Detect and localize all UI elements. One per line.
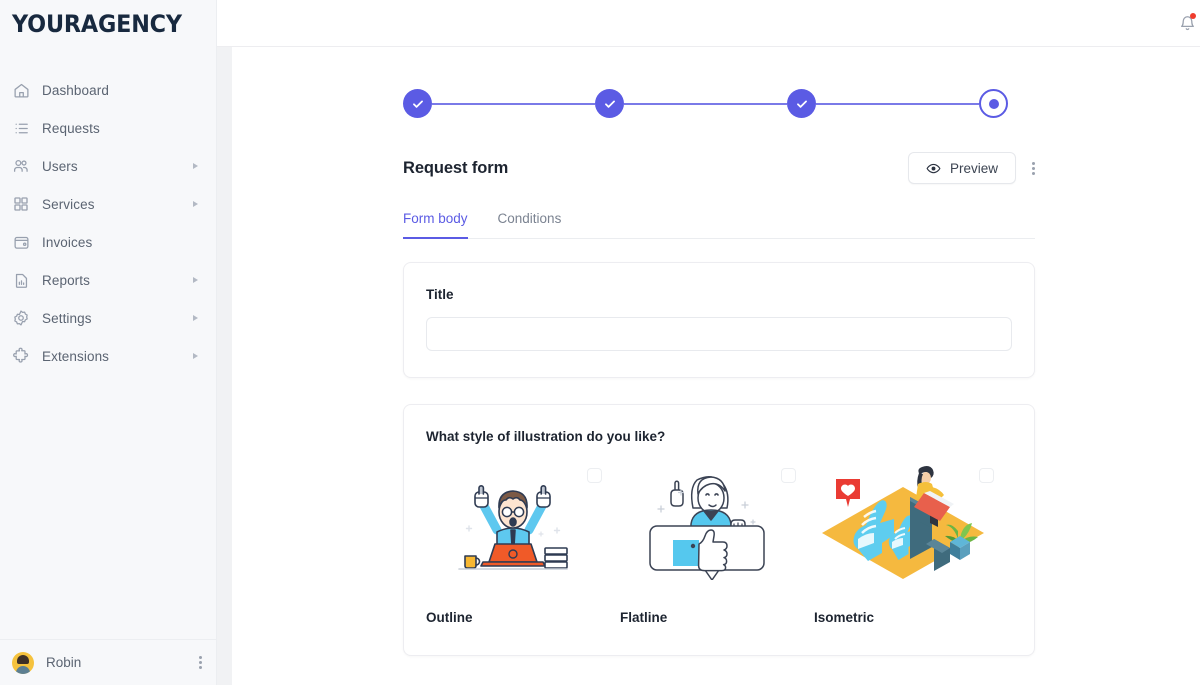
header-actions: Preview [907,152,1035,184]
preview-button-label: Preview [949,160,998,176]
option-label-outline: Outline [426,610,473,625]
chevron-right-icon [193,353,198,359]
option-outline[interactable]: Outline [426,460,620,625]
option-flatline[interactable]: Flatline [620,460,814,625]
title-input[interactable] [426,317,1012,351]
illustration-options: Outline Flatline Isometric [426,460,1012,625]
tab-conditions[interactable]: Conditions [498,211,562,239]
sidebar-item-label: Dashboard [42,82,109,98]
content-gutter [217,47,232,685]
chevron-right-icon [193,277,198,283]
step-3-done[interactable] [787,89,816,118]
logo-container[interactable]: YOURAGENCY [0,0,216,47]
step-4-active[interactable] [979,89,1008,118]
sidebar-user-footer[interactable]: Robin [0,639,216,685]
title-field-label: Title [426,287,454,302]
content-inner: Request form Preview Form body Condition… [403,89,1200,656]
more-vertical-icon[interactable] [1032,161,1035,175]
sidebar-item-invoices[interactable]: Invoices [0,223,216,261]
sidebar-item-settings[interactable]: Settings [0,299,216,337]
more-vertical-icon[interactable] [199,656,202,669]
list-icon [10,117,32,139]
step-connector-2 [624,102,787,105]
checkbox-outline[interactable] [587,468,602,483]
tab-form-body[interactable]: Form body [403,211,468,239]
avatar [12,651,34,674]
sidebar-item-label: Reports [42,272,90,288]
app-root: YOURAGENCY Dashboard Requests Users Serv… [0,0,1200,685]
top-bar [217,0,1200,47]
sidebar-item-requests[interactable]: Requests [0,109,216,147]
title-field-card: Title [403,262,1035,378]
isometric-thumbs-up-scene-illustration [822,466,984,579]
sidebar-item-services[interactable]: Services [0,185,216,223]
sidebar-item-extensions[interactable]: Extensions [0,337,216,375]
eye-icon [926,161,941,176]
grid-icon [10,193,32,215]
preview-button[interactable]: Preview [907,152,1016,184]
chevron-right-icon [193,163,198,169]
illustration-question-card: What style of illustration do you like? [403,404,1035,656]
sidebar-item-label: Users [42,158,78,174]
users-icon [10,155,32,177]
sidebar: YOURAGENCY Dashboard Requests Users Serv… [0,0,217,685]
home-icon [10,79,32,101]
sidebar-item-label: Services [42,196,95,212]
brand-logo: YOURAGENCY [12,9,182,38]
notification-badge [1190,13,1196,19]
main-content: Request form Preview Form body Condition… [232,47,1200,685]
progress-stepper [403,89,1008,118]
step-connector-3 [816,102,979,105]
thumbs-up-speech-bubble-illustration [648,476,765,580]
bell-icon[interactable] [1174,10,1200,36]
option-label-flatline: Flatline [620,610,668,625]
wallet-icon [10,231,32,253]
gear-icon [10,307,32,329]
option-label-isometric: Isometric [814,610,875,625]
report-chart-icon [10,269,32,291]
sidebar-item-dashboard[interactable]: Dashboard [0,71,216,109]
tab-bar: Form body Conditions [403,210,1035,239]
sidebar-item-users[interactable]: Users [0,147,216,185]
sidebar-item-reports[interactable]: Reports [0,261,216,299]
sidebar-item-label: Extensions [42,348,110,364]
sidebar-user-name: Robin [46,655,82,670]
illustration-question-label: What style of illustration do you like? [426,429,666,444]
cheering-person-laptop-illustration [458,485,568,570]
sidebar-nav: Dashboard Requests Users Services Invoic… [0,47,216,639]
step-2-done[interactable] [595,89,624,118]
page-title: Request form [403,158,509,177]
chevron-right-icon [193,201,198,207]
sidebar-item-label: Settings [42,310,92,326]
option-isometric[interactable]: Isometric [814,460,1012,625]
chevron-right-icon [193,315,198,321]
checkbox-flatline[interactable] [781,468,796,483]
dot-icon [988,98,999,109]
puzzle-icon [10,345,32,367]
checkbox-isometric[interactable] [979,468,994,483]
page-header-row: Request form Preview [403,152,1035,184]
step-1-done[interactable] [403,89,432,118]
sidebar-item-label: Requests [42,120,100,136]
step-connector-1 [432,102,595,105]
sidebar-item-label: Invoices [42,234,93,250]
